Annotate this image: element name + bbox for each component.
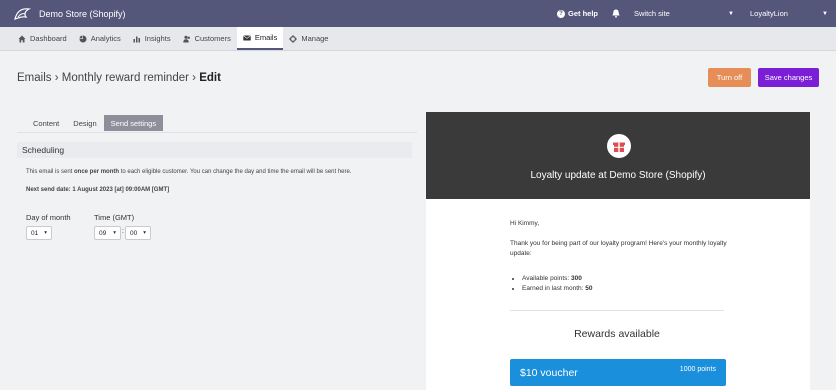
nav-dashboard-label: Dashboard: [30, 34, 67, 43]
tab-design[interactable]: Design: [66, 115, 103, 131]
reward-card: $10 voucher 1000 points: [510, 359, 726, 386]
nav-manage-label: Manage: [301, 34, 329, 43]
scheduling-desc-post: to each eligible customer. You can chang…: [119, 169, 352, 175]
greeting: Hi Kimmy,: [510, 220, 540, 227]
minute-select[interactable]: 00 ▾: [125, 226, 151, 240]
nav-customers[interactable]: Customers: [177, 27, 237, 50]
save-changes-button[interactable]: Save changes: [758, 68, 819, 87]
breadcrumb-emails[interactable]: Emails: [17, 72, 52, 84]
page-title: Emails › Monthly reward reminder › Edit: [17, 72, 221, 84]
time-label: Time (GMT): [94, 213, 135, 222]
nav-analytics-label: Analytics: [90, 34, 121, 43]
home-icon: [18, 35, 26, 42]
scheduling-desc-bold: once per month: [74, 169, 120, 175]
reward-points: 1000 points: [679, 366, 716, 373]
breadcrumb-separator: ›: [192, 72, 196, 84]
divider: [17, 132, 417, 133]
turn-off-button[interactable]: Turn off: [708, 68, 751, 87]
points-label: Available points:: [522, 275, 572, 282]
nav-dashboard[interactable]: Dashboard: [12, 27, 73, 50]
divider: [510, 310, 724, 311]
email-preview: Loyalty update at Demo Store (Shopify) H…: [426, 112, 810, 390]
list-item: Available points: 300: [522, 274, 592, 284]
gift-icon: [613, 142, 625, 152]
scheduling-heading: Scheduling: [17, 142, 412, 158]
stats-list: Available points: 300 Earned in last mon…: [522, 274, 592, 293]
nav-insights-label: Insights: [144, 34, 171, 43]
rewards-heading: Rewards available: [574, 328, 660, 340]
email-header: Loyalty update at Demo Store (Shopify): [426, 112, 810, 199]
breadcrumb-current: Edit: [199, 72, 221, 84]
next-send-date: Next send date: 1 August 2023 [at] 09:00…: [26, 187, 170, 193]
chevron-down-icon: ▾: [113, 230, 116, 236]
tab-content[interactable]: Content: [26, 115, 66, 131]
breadcrumb-separator: ›: [54, 72, 59, 84]
chevron-down-icon: ▾: [143, 230, 146, 236]
switch-site-label: Switch site: [634, 9, 670, 18]
settings-panel: Content Design Send settings Scheduling …: [17, 112, 417, 390]
store-name[interactable]: Demo Store (Shopify): [39, 9, 126, 19]
hour-select[interactable]: 09 ▾: [94, 226, 121, 240]
nav-customers-label: Customers: [194, 34, 231, 43]
scheduling-description: This email is sent once per month to eac…: [26, 169, 352, 175]
account-label: LoyaltyLion: [750, 9, 788, 18]
caret-down-icon: ▼: [728, 10, 734, 17]
nav-emails[interactable]: Emails: [236, 27, 284, 50]
day-of-month-select[interactable]: 01 ▾: [26, 226, 52, 240]
intro-text: Thank you for being part of our loyalty …: [510, 240, 727, 257]
day-value: 01: [31, 229, 39, 237]
switch-site-select[interactable]: Switch site ▼: [634, 0, 734, 27]
nav-insights[interactable]: Insights: [127, 27, 177, 50]
reward-name: $10 voucher: [520, 367, 578, 379]
bar-chart-icon: [133, 36, 140, 42]
minute-value: 00: [130, 229, 138, 237]
email-title: Loyalty update at Demo Store (Shopify): [530, 170, 706, 181]
top-bar: Demo Store (Shopify) ? Get help Switch s…: [0, 0, 836, 27]
get-help-label: Get help: [567, 9, 598, 18]
nav-manage[interactable]: Manage: [283, 27, 334, 50]
gear-icon: [289, 34, 298, 43]
breadcrumb-email-name[interactable]: Monthly reward reminder: [62, 72, 189, 84]
users-icon: [182, 35, 190, 42]
main-nav: Dashboard Analytics Insights Customers E…: [0, 27, 836, 51]
tab-send-settings[interactable]: Send settings: [103, 115, 164, 131]
get-help-link[interactable]: ? Get help: [556, 9, 598, 18]
caret-down-icon: ▼: [822, 10, 828, 17]
bell-icon[interactable]: [612, 9, 620, 18]
editor-tabs: Content Design Send settings: [26, 115, 164, 131]
help-icon: ?: [556, 9, 565, 18]
list-item: Earned in last month: 50: [522, 284, 592, 294]
chevron-down-icon: ▾: [44, 230, 47, 236]
envelope-icon: [243, 35, 251, 40]
day-of-month-label: Day of month: [26, 213, 71, 222]
earned-value: 50: [585, 284, 593, 292]
scheduling-desc-pre: This email is sent: [26, 169, 75, 175]
loyaltylion-logo-icon[interactable]: [11, 4, 33, 24]
nav-emails-label: Emails: [254, 33, 278, 42]
hour-value: 09: [99, 229, 107, 237]
gift-logo: [607, 134, 631, 158]
points-value: 300: [571, 275, 582, 282]
account-select[interactable]: LoyaltyLion ▼: [750, 9, 828, 18]
nav-analytics[interactable]: Analytics: [73, 27, 127, 50]
earned-label: Earned in last month:: [522, 284, 586, 292]
pie-chart-icon: [79, 35, 87, 42]
